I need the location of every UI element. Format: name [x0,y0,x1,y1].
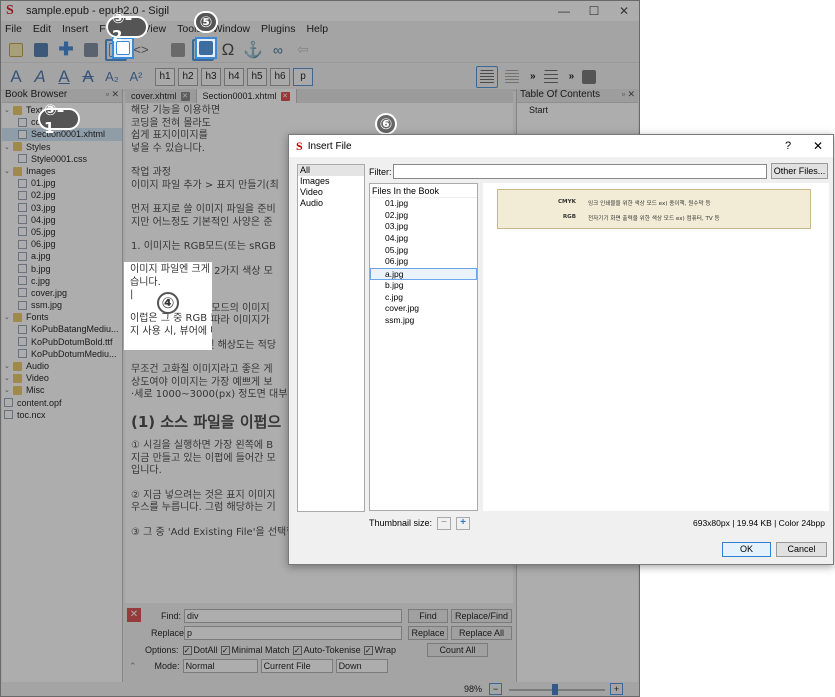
cancel-button[interactable]: Cancel [776,542,827,557]
file-list-item[interactable]: b.jpg [370,280,477,292]
category-list: All Images Video Audio [297,164,365,512]
dialog-title: Insert File [307,140,352,152]
callout-3-2: ③–2 [106,9,148,45]
preview-key: CMYK [557,199,576,205]
file-list-item[interactable]: a.jpg [370,268,477,280]
file-list-item[interactable]: 01.jpg [370,198,477,210]
thumbnail-smaller-button[interactable]: − [437,517,451,530]
highlight-text-4: 지 사용 시, 뷰어에 따라 이미지가 [130,325,212,337]
highlight-text-1: 이미지 파일엔 크게 2가지 색상 모 [130,264,212,275]
sigil-logo-icon: S [296,138,303,153]
thumbnail-larger-button[interactable]: + [456,517,470,530]
preview-image: CMYK 잉크 인쇄물을 위한 색상 모드 ex) 종이책, 원수막 등 RGB… [497,189,811,229]
highlight-text-3: 이럽은 그 중 RGB 모드의 이미지 [130,313,212,324]
file-list-item[interactable]: cover.jpg [370,303,477,315]
category-all[interactable]: All [298,165,364,176]
preview-key: RGB [562,214,576,220]
category-audio[interactable]: Audio [298,198,364,209]
thumbnail-size-label: Thumbnail size: [369,518,433,528]
file-list-item[interactable]: 06.jpg [370,256,477,268]
file-list-item[interactable]: c.jpg [370,292,477,304]
files-list: Files In the Book 01.jpg 02.jpg 03.jpg 04.j… [369,183,478,511]
callout-4: ④ [157,292,179,314]
file-list-item[interactable]: 04.jpg [370,233,477,245]
file-list-item[interactable]: 02.jpg [370,210,477,222]
image-preview: CMYK 잉크 인쇄물을 위한 색상 모드 ex) 종이책, 원수막 등 RGB… [483,183,829,511]
insert-file-dialog: S Insert File ? ✕ All Images Video Audio… [288,134,834,565]
callout-3-1: ③–1 [38,101,80,137]
file-list-item[interactable]: 05.jpg [370,245,477,257]
files-header: Files In the Book [370,184,477,198]
category-video[interactable]: Video [298,187,364,198]
dialog-close-button[interactable]: ✕ [803,139,833,153]
file-list-item[interactable]: 03.jpg [370,221,477,233]
image-info: 693x80px | 19.94 KB | Color 24bpp [692,518,825,528]
filter-label: Filter: [369,167,392,177]
file-list-item[interactable]: ssm.jpg [370,315,477,327]
preview-row: CMYK 잉크 인쇄물을 위한 색상 모드 ex) 종이책, 원수막 등 [498,199,810,207]
help-button[interactable]: ? [773,140,803,152]
category-images[interactable]: Images [298,176,364,187]
callout-5: ⑤ [194,11,218,33]
ok-button[interactable]: OK [722,542,771,557]
filter-input[interactable] [393,164,767,179]
preview-text: 전자기기 화면 출력을 위한 색상 모드 ex) 컴퓨터, TV 등 [588,216,720,222]
preview-row: RGB 전자기기 화면 출력을 위한 색상 모드 ex) 컴퓨터, TV 등 [498,214,810,222]
files-items: 01.jpg 02.jpg 03.jpg 04.jpg 05.jpg 06.jpg a.jp… [370,198,477,327]
dialog-title-bar: S Insert File ? ✕ [289,135,833,157]
insert-image-icon[interactable] [195,37,217,59]
other-files-button[interactable]: Other Files... [771,163,828,179]
highlight-text-2: 습니다. [130,276,161,288]
callout-6: ⑥ [375,113,397,135]
preview-text: 잉크 인쇄물을 위한 색상 모드 ex) 종이책, 원수막 등 [588,201,711,207]
